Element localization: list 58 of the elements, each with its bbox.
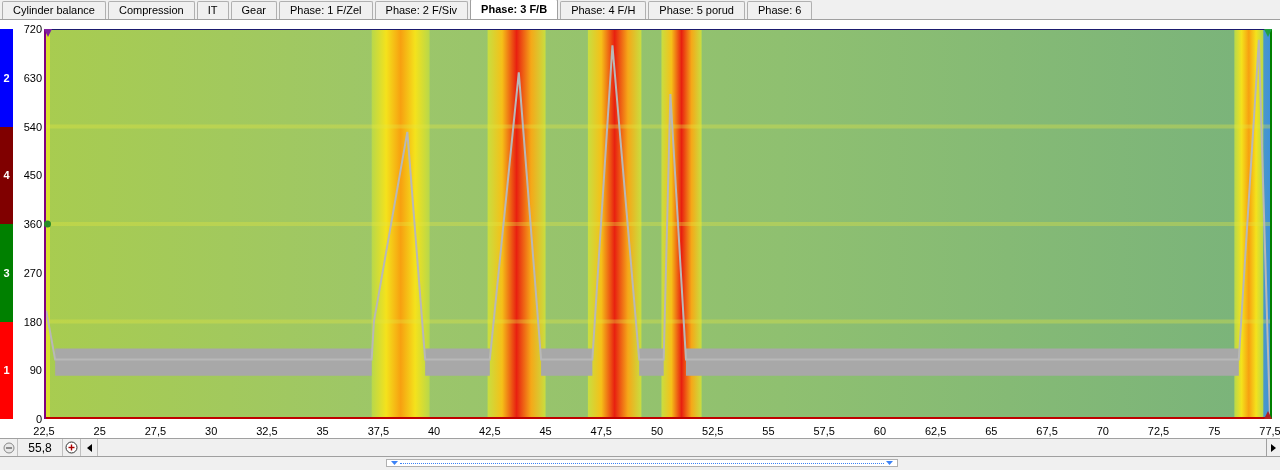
x-tick-label: 72,5 xyxy=(1147,425,1170,437)
zoom-out-button[interactable] xyxy=(0,439,18,456)
tab[interactable]: Phase: 6 xyxy=(746,1,813,19)
zoom-in-button[interactable] xyxy=(63,439,81,456)
y-tick-label: 720 xyxy=(23,23,42,35)
x-tick-label: 30 xyxy=(205,425,218,437)
x-tick-label: 65 xyxy=(985,425,998,437)
y-tick-label: 450 xyxy=(23,169,42,182)
left-arrow-icon xyxy=(86,443,92,452)
tab[interactable]: Phase: 2 F/Siv xyxy=(374,1,469,19)
y-tick-label: 630 xyxy=(23,71,42,84)
y-tick-label: 90 xyxy=(29,364,42,377)
overview-scrollbar[interactable] xyxy=(386,459,898,467)
x-tick-label: 22,5 xyxy=(33,425,55,437)
down-arrow-icon xyxy=(886,461,893,465)
tab[interactable]: Phase: 3 F/B xyxy=(470,0,559,19)
marker-icon xyxy=(1264,29,1272,37)
x-tick-label: 75 xyxy=(1208,425,1221,437)
tab[interactable]: Phase: 4 F/H xyxy=(560,1,647,19)
x-tick-label: 32,5 xyxy=(256,425,278,437)
y-tick-label: 540 xyxy=(23,120,42,133)
y-tick-label: 360 xyxy=(23,218,42,230)
down-arrow-icon xyxy=(391,461,398,465)
cylinder-segment: 2 xyxy=(0,29,13,127)
x-tick-label: 45 xyxy=(539,425,552,437)
marker-icon xyxy=(44,29,52,37)
zoom-field[interactable]: 55,8 xyxy=(18,439,63,456)
cylinder-segment: 1 xyxy=(0,321,13,419)
x-tick-label: 42,5 xyxy=(479,425,501,437)
x-tick-label: 57,5 xyxy=(813,425,835,437)
x-tick-label: 35 xyxy=(316,425,329,437)
right-arrow-icon xyxy=(1271,443,1276,452)
x-tick-label: 77,5 xyxy=(1259,425,1280,437)
x-tick-label: 27,5 xyxy=(144,425,167,437)
marker-icon xyxy=(44,220,51,228)
y-tick-label: 0 xyxy=(35,413,42,425)
x-tick-label: 47,5 xyxy=(590,425,612,437)
x-tick-label: 50 xyxy=(650,425,664,437)
x-tick-label: 62,5 xyxy=(924,425,947,437)
cylinder-segment: 3 xyxy=(0,224,13,322)
cylinder-segment: 4 xyxy=(0,126,13,224)
tab[interactable]: IT xyxy=(196,1,229,19)
x-tick-label: 52,5 xyxy=(702,425,724,437)
tab[interactable]: Compression xyxy=(107,1,195,19)
x-tick-label: 25 xyxy=(93,425,106,437)
x-tick-label: 70 xyxy=(1096,425,1109,437)
y-tick-label: 270 xyxy=(23,266,42,279)
tab[interactable]: Phase: 1 F/Zel xyxy=(279,1,373,19)
x-tick-label: 60 xyxy=(873,425,887,437)
tab[interactable]: Cylinder balance xyxy=(2,1,106,19)
plus-circle-icon xyxy=(65,441,78,454)
y-tick-label: 180 xyxy=(23,315,42,328)
x-tick-label: 67,5 xyxy=(1036,425,1058,437)
tab[interactable]: Gear xyxy=(230,1,277,19)
x-tick-label: 40 xyxy=(427,425,441,437)
tab[interactable]: Phase: 5 porud xyxy=(648,1,745,19)
x-tick-label: 55 xyxy=(762,425,775,437)
x-tick-label: 37,5 xyxy=(367,425,390,437)
